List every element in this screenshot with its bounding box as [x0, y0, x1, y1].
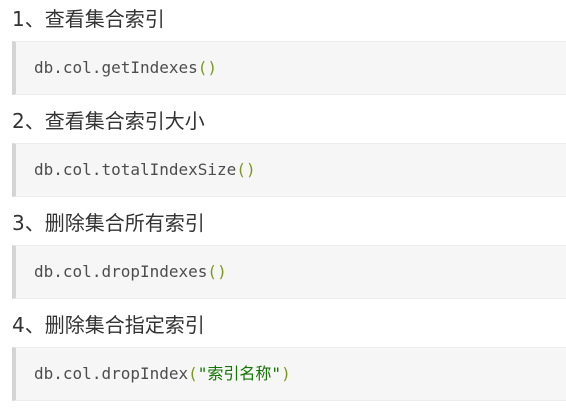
code-open-paren: ( — [236, 160, 246, 179]
code-close-paren: ) — [217, 262, 227, 281]
code-line-3: db.col.dropIndexes() — [34, 261, 227, 283]
code-argument: "索引名称" — [197, 364, 282, 383]
section-heading-1: 1、查看集合索引 — [12, 7, 165, 31]
code-method: dropIndex — [101, 364, 189, 383]
code-dot: . — [53, 58, 63, 77]
code-close-paren: ) — [207, 58, 218, 77]
code-dot: . — [53, 262, 63, 281]
code-block-1: db.col.getIndexes() — [12, 41, 566, 95]
code-block-3: db.col.dropIndexes() — [12, 245, 566, 299]
code-object: db — [34, 262, 54, 281]
code-line-4: db.col.dropIndex("索引名称") — [34, 363, 291, 385]
code-open-paren: ( — [207, 262, 218, 281]
code-open-paren: ( — [197, 58, 208, 77]
code-method: getIndexes — [101, 58, 198, 77]
code-object: db — [34, 160, 54, 179]
section-heading-4: 4、删除集合指定索引 — [12, 313, 205, 337]
code-collection: col — [62, 160, 92, 179]
code-method: totalIndexSize — [101, 160, 237, 179]
code-line-2: db.col.totalIndexSize() — [34, 159, 256, 181]
section-heading-2: 2、查看集合索引大小 — [12, 109, 205, 133]
code-line-1: db.col.getIndexes() — [34, 57, 217, 79]
code-dot: . — [53, 160, 63, 179]
section-heading-3: 3、删除集合所有索引 — [12, 211, 205, 235]
code-dot: . — [91, 58, 102, 77]
code-collection: col — [62, 262, 92, 281]
code-collection: col — [62, 364, 92, 383]
code-open-paren: ( — [188, 364, 198, 383]
code-dot: . — [91, 160, 102, 179]
code-close-paren: ) — [281, 364, 291, 383]
code-object: db — [34, 364, 54, 383]
code-block-2: db.col.totalIndexSize() — [12, 143, 566, 197]
code-dot: . — [53, 364, 63, 383]
code-method: dropIndexes — [101, 262, 208, 281]
code-dot: . — [91, 364, 102, 383]
code-close-paren: ) — [245, 160, 256, 179]
code-collection: col — [62, 58, 92, 77]
code-object: db — [34, 58, 54, 77]
document-content: 1、查看集合索引 db.col.getIndexes() 2、查看集合索引大小 … — [0, 0, 566, 411]
code-dot: . — [91, 262, 102, 281]
code-block-4: db.col.dropIndex("索引名称") — [12, 347, 566, 401]
